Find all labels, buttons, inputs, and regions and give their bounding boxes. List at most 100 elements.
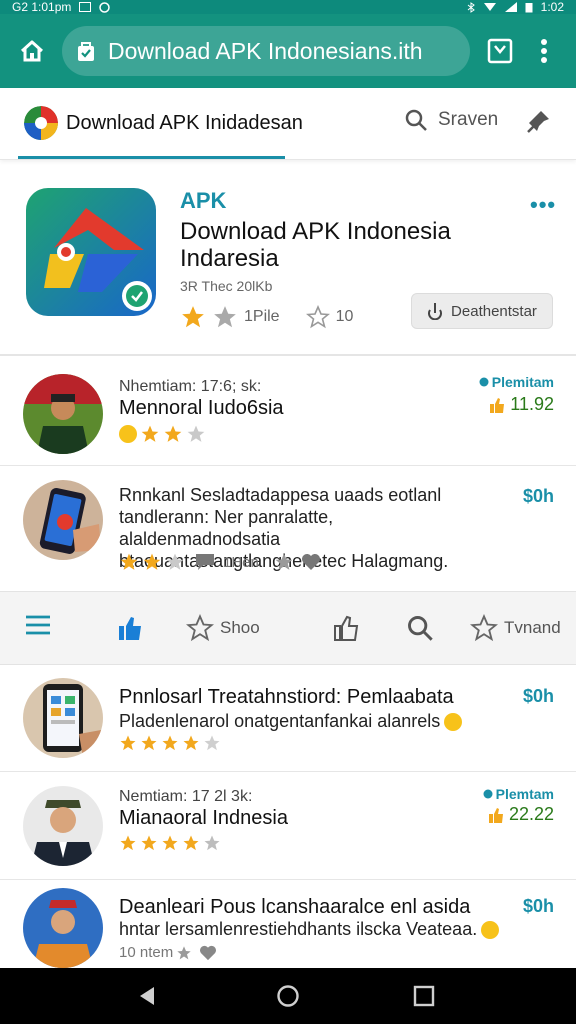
premium-badge: Plemtam: [483, 786, 554, 802]
star-gray-icon: [275, 553, 293, 570]
star-filled-icon: [143, 553, 161, 570]
badge-label: Plemtam: [495, 786, 554, 802]
tab-home-label: Shoo: [220, 618, 260, 637]
score-value: 22.22: [508, 804, 554, 824]
star-filled-icon: [164, 425, 182, 442]
app-more-options-icon[interactable]: •••: [530, 192, 556, 218]
avatar: [23, 480, 103, 560]
item-title: Pnnlosarl Treatahnstiord: Pemlaabata: [119, 686, 454, 708]
star-half-icon: [204, 835, 220, 851]
list-item[interactable]: Pnnlosarl Treatahnstiord: Pemlaabata Pla…: [0, 666, 576, 772]
app-icon[interactable]: [26, 188, 156, 316]
thumbs-up-outline-icon: [334, 615, 359, 641]
battery-icon: [525, 2, 533, 12]
pin-button[interactable]: [526, 108, 552, 139]
download-label: Deathentstar: [451, 302, 537, 320]
item-stars: [119, 734, 221, 752]
status-left-text: G2 1:01pm: [12, 0, 72, 14]
star-filled-icon: [141, 735, 157, 751]
url-text: Download APK Indonesians.ith: [108, 37, 423, 64]
tab-menu[interactable]: [24, 614, 52, 636]
pin-icon: [527, 111, 549, 133]
menu-button[interactable]: [526, 33, 562, 69]
star-gray-icon: [214, 306, 236, 328]
browser-toolbar: Download APK Indonesians.ith: [0, 14, 576, 88]
list-item[interactable]: Deanleari Pous lcanshaaralce enl asida h…: [0, 880, 576, 968]
settings-notification-icon: [99, 1, 111, 13]
search-button[interactable]: Sraven: [404, 108, 498, 132]
featured-app-card[interactable]: APK Download APK Indonesia Indaresia 3R …: [0, 166, 576, 356]
star-outline-icon: [186, 614, 214, 642]
badge-label: Plemitam: [491, 374, 554, 390]
more-vert-icon: [541, 39, 547, 63]
signal-icon: [504, 2, 517, 12]
item-price: $0h: [522, 896, 554, 916]
download-icon: [428, 303, 443, 320]
list-item[interactable]: Nemtiam: 17 2l 3k: Mianaoral Indnesia Pl…: [0, 772, 576, 880]
item-score: 11.92: [488, 394, 554, 415]
score-value: 11.92: [510, 394, 554, 414]
item-meta: Nemtiam: 17 2l 3k:: [119, 788, 253, 805]
premium-dot-icon: [479, 377, 489, 387]
star-filled-icon: [162, 835, 178, 851]
search-icon: [408, 616, 433, 641]
app-rating-label: 1Pile: [244, 308, 280, 325]
site-name[interactable]: Download APK Inidadesan: [66, 112, 303, 135]
avatar: [23, 374, 103, 454]
star-filled-icon: [183, 835, 199, 851]
heart-icon[interactable]: [301, 553, 321, 571]
search-label: Sraven: [438, 109, 499, 130]
tab-like[interactable]: [332, 614, 360, 642]
home-nav-icon[interactable]: [276, 984, 300, 1008]
thumbs-up-icon: [119, 617, 141, 640]
avatar: [23, 786, 103, 866]
item-price: $0h: [522, 486, 554, 506]
thumbs-up-icon: [488, 807, 503, 823]
tabs-button[interactable]: [482, 33, 518, 69]
tabs-icon: [487, 38, 513, 64]
site-secure-icon: [76, 40, 96, 62]
list-item[interactable]: Rnnkanl Sesladtadappesa uaads eotlanl ta…: [0, 466, 576, 591]
app-title: Download APK Indonesia Indaresia: [180, 218, 510, 272]
active-tab-indicator: [18, 156, 285, 159]
item-stars: [119, 424, 206, 444]
status-left: G2 1:01pm: [12, 0, 111, 14]
back-button-icon[interactable]: [136, 984, 160, 1008]
smile-emoji-icon: [444, 713, 463, 732]
star-filled-icon: [141, 425, 159, 442]
app-category-tag: APK: [180, 188, 227, 213]
app-votes: 10: [335, 308, 354, 325]
review-count: 1Hen: [223, 553, 259, 571]
item-stars: [119, 834, 221, 852]
star-filled-icon: [182, 306, 204, 328]
download-button[interactable]: Deathentstar: [411, 293, 553, 329]
tab-featured[interactable]: [116, 614, 144, 642]
avatar: [23, 888, 103, 968]
status-bar: G2 1:01pm 1:02: [0, 0, 576, 14]
tab-trend-label: Tvnand: [504, 618, 561, 637]
bluetooth-icon: [467, 1, 475, 13]
comment-icon: [196, 554, 214, 570]
list-item[interactable]: Nhemtiam: 17:6; sk: Mennoral Iudo6sia Pl…: [0, 358, 576, 466]
item-stars: 1Hen: [119, 552, 321, 572]
site-logo-icon[interactable]: [24, 106, 58, 140]
star-filled-icon: [120, 735, 136, 751]
home-button[interactable]: [14, 33, 50, 69]
wifi-icon: [483, 3, 496, 11]
item-description-text: Pladenlenarol onatgentanfankai alanrels: [119, 711, 441, 731]
home-icon: [20, 40, 44, 62]
star-gray-icon: [166, 553, 184, 570]
hamburger-menu-icon: [26, 615, 50, 635]
item-title: Mennoral Iudo6sia: [119, 397, 284, 419]
item-title: Mianaoral Indnesia: [119, 807, 288, 829]
recents-icon[interactable]: [412, 984, 436, 1008]
star-filled-icon: [141, 835, 157, 851]
thumbs-up-icon: [490, 397, 505, 413]
star-filled-icon: [162, 735, 178, 751]
tab-search[interactable]: [406, 614, 434, 642]
star-half-icon: [204, 735, 220, 751]
heart-icon[interactable]: [199, 945, 217, 961]
tab-trend[interactable]: Tvnand: [470, 614, 561, 642]
tab-home[interactable]: Shoo: [186, 614, 260, 642]
url-bar[interactable]: Download APK Indonesians.ith: [62, 26, 470, 76]
